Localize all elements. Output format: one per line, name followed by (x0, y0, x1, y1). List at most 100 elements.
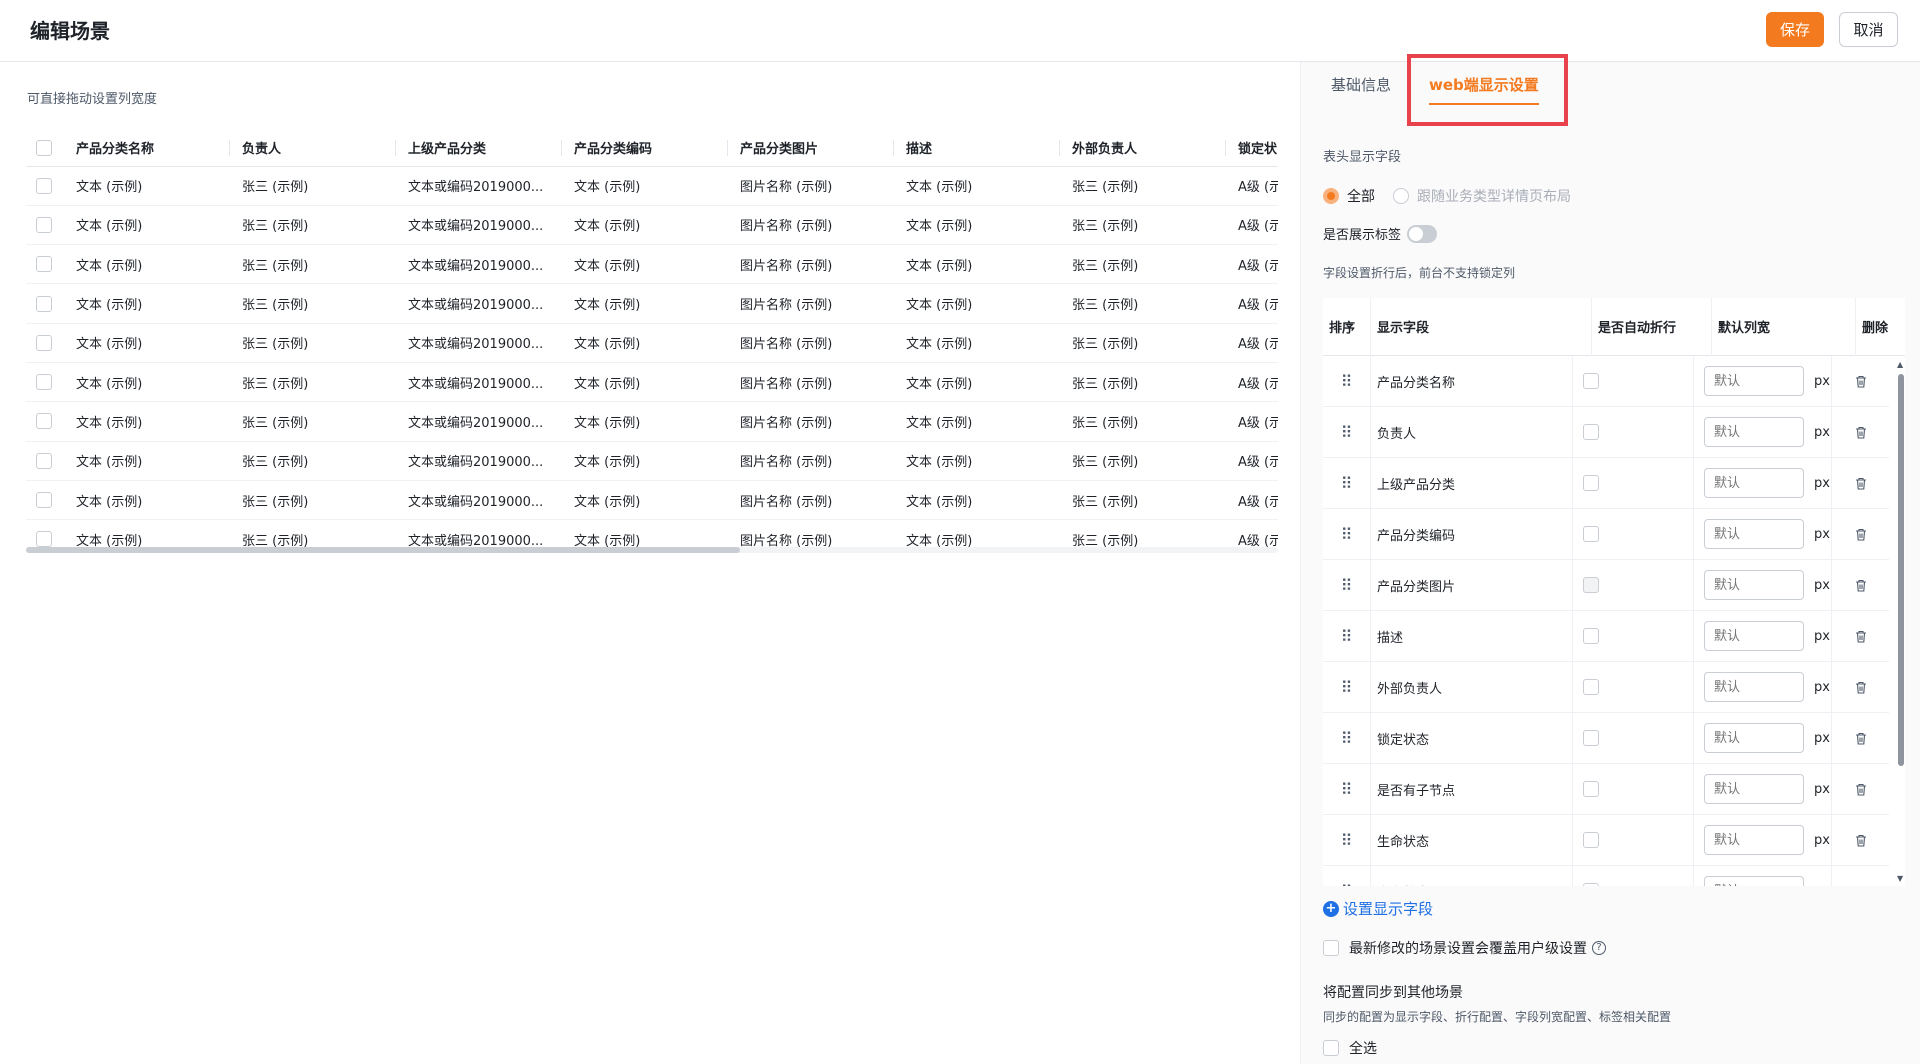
row-checkbox-cell[interactable] (26, 323, 64, 363)
show-tag-toggle[interactable] (1407, 224, 1438, 243)
row-checkbox-cell[interactable] (26, 205, 64, 246)
column-header[interactable]: 外部负责人 (1060, 130, 1226, 167)
row-checkbox[interactable] (36, 413, 52, 430)
drag-handle-icon[interactable]: ⠿ (1323, 457, 1371, 509)
column-width-input[interactable] (1704, 570, 1804, 600)
row-checkbox[interactable] (36, 452, 52, 469)
drag-handle-icon[interactable]: ⠿ (1323, 661, 1371, 713)
column-header[interactable]: 锁定状 (1226, 130, 1278, 167)
save-button[interactable]: 保存 (1766, 12, 1824, 47)
help-icon[interactable]: ? (1592, 941, 1606, 955)
trash-icon[interactable] (1832, 713, 1889, 764)
auto-wrap-checkbox[interactable] (1583, 526, 1599, 542)
drag-handle-icon[interactable]: ⠿ (1323, 712, 1371, 764)
scroll-up-icon[interactable]: ▲ (1897, 360, 1903, 369)
add-display-field-link[interactable]: + 设置显示字段 (1323, 898, 1433, 919)
row-checkbox-cell[interactable] (26, 283, 64, 324)
row-checkbox-cell[interactable] (26, 519, 64, 550)
auto-wrap-checkbox[interactable] (1583, 883, 1599, 886)
table-row[interactable]: 文本 (示例) 张三 (示例) 文本或编码2019000... 文本 (示例) 图片名称… (26, 323, 1278, 363)
row-checkbox-cell[interactable] (26, 480, 64, 521)
column-header[interactable]: 产品分类图片 (728, 130, 894, 167)
column-width-input[interactable] (1704, 825, 1804, 855)
drag-handle-icon[interactable]: ⠿ (1323, 763, 1371, 815)
drag-handle-icon[interactable]: ⠿ (1323, 508, 1371, 560)
table-row[interactable]: 文本 (示例) 张三 (示例) 文本或编码2019000... 文本 (示例) 图片名称… (26, 283, 1278, 324)
row-checkbox-cell[interactable] (26, 244, 64, 285)
drag-handle-icon[interactable]: ⠿ (1323, 865, 1371, 886)
column-width-input[interactable] (1704, 672, 1804, 702)
drag-handle-icon[interactable]: ⠿ (1323, 355, 1371, 407)
trash-icon[interactable] (1832, 509, 1889, 560)
auto-wrap-checkbox[interactable] (1583, 475, 1599, 491)
radio-follow-layout[interactable] (1393, 188, 1409, 204)
column-header[interactable]: 产品分类编码 (562, 130, 728, 167)
override-option[interactable]: 最新修改的场景设置会覆盖用户级设置 ? (1323, 938, 1606, 958)
select-all-checkbox-cell[interactable] (26, 130, 64, 167)
field-table-scrollbar[interactable]: ▲ ▼ (1897, 356, 1905, 886)
row-checkbox[interactable] (36, 216, 52, 233)
column-width-input[interactable] (1704, 417, 1804, 447)
row-checkbox[interactable] (36, 295, 52, 312)
table-row[interactable]: 文本 (示例) 张三 (示例) 文本或编码2019000... 文本 (示例) 图片名称… (26, 244, 1278, 285)
auto-wrap-checkbox[interactable] (1583, 730, 1599, 746)
radio-all-label[interactable]: 全部 (1347, 186, 1375, 206)
row-checkbox[interactable] (36, 334, 52, 351)
table-row[interactable]: 文本 (示例) 张三 (示例) 文本或编码2019000... 文本 (示例) 图片名称… (26, 519, 1278, 550)
drag-handle-icon[interactable]: ⠿ (1323, 406, 1371, 458)
add-display-field-label[interactable]: 设置显示字段 (1343, 898, 1433, 919)
auto-wrap-checkbox[interactable] (1583, 679, 1599, 695)
row-checkbox[interactable] (36, 177, 52, 194)
column-header[interactable]: 产品分类名称 (64, 130, 230, 167)
auto-wrap-checkbox[interactable] (1583, 577, 1599, 593)
field-table-scrollbar-thumb[interactable] (1898, 374, 1904, 766)
horizontal-scrollbar[interactable] (26, 547, 1278, 553)
table-row[interactable]: 文本 (示例) 张三 (示例) 文本或编码2019000... 文本 (示例) 图片名称… (26, 480, 1278, 521)
row-checkbox[interactable] (36, 256, 52, 273)
trash-icon[interactable] (1832, 662, 1889, 713)
trash-icon[interactable] (1832, 407, 1889, 458)
row-checkbox-cell[interactable] (26, 441, 64, 481)
auto-wrap-checkbox[interactable] (1583, 373, 1599, 389)
column-header[interactable]: 负责人 (230, 130, 396, 167)
select-all-scenes-checkbox[interactable] (1323, 1040, 1339, 1056)
scroll-down-icon[interactable]: ▼ (1897, 874, 1903, 883)
column-width-input[interactable] (1704, 774, 1804, 804)
auto-wrap-checkbox[interactable] (1583, 832, 1599, 848)
override-checkbox[interactable] (1323, 940, 1339, 956)
select-all-scenes-option[interactable]: 全选 (1323, 1038, 1377, 1058)
drag-handle-icon[interactable]: ⠿ (1323, 610, 1371, 662)
column-width-input[interactable] (1704, 366, 1804, 396)
trash-icon[interactable] (1832, 560, 1889, 611)
horizontal-scrollbar-thumb[interactable] (26, 547, 740, 553)
column-width-input[interactable] (1704, 519, 1804, 549)
row-checkbox-cell[interactable] (26, 401, 64, 442)
column-width-input[interactable] (1704, 621, 1804, 651)
trash-icon[interactable] (1832, 458, 1889, 509)
table-row[interactable]: 文本 (示例) 张三 (示例) 文本或编码2019000... 文本 (示例) 图片名称… (26, 362, 1278, 403)
radio-all[interactable] (1323, 188, 1339, 204)
trash-icon[interactable] (1832, 815, 1889, 866)
row-checkbox[interactable] (36, 374, 52, 391)
table-row[interactable]: 文本 (示例) 张三 (示例) 文本或编码2019000... 文本 (示例) 图片名称… (26, 205, 1278, 246)
auto-wrap-checkbox[interactable] (1583, 628, 1599, 644)
column-width-input[interactable] (1704, 468, 1804, 498)
drag-handle-icon[interactable]: ⠿ (1323, 559, 1371, 611)
table-row[interactable]: 文本 (示例) 张三 (示例) 文本或编码2019000... 文本 (示例) 图片名称… (26, 401, 1278, 442)
table-row[interactable]: 文本 (示例) 张三 (示例) 文本或编码2019000... 文本 (示例) 图片名称… (26, 441, 1278, 481)
table-row[interactable]: 文本 (示例) 张三 (示例) 文本或编码2019000... 文本 (示例) 图片名称… (26, 166, 1278, 206)
column-header[interactable]: 上级产品分类 (396, 130, 562, 167)
cancel-button[interactable]: 取消 (1839, 12, 1898, 47)
row-checkbox[interactable] (36, 531, 52, 548)
row-checkbox[interactable] (36, 492, 52, 509)
auto-wrap-checkbox[interactable] (1583, 781, 1599, 797)
column-header[interactable]: 描述 (894, 130, 1060, 167)
row-checkbox-cell[interactable] (26, 166, 64, 206)
column-width-input[interactable] (1704, 876, 1804, 886)
radio-follow-layout-label[interactable]: 跟随业务类型详情页布局 (1417, 186, 1571, 206)
column-width-input[interactable] (1704, 723, 1804, 753)
row-checkbox-cell[interactable] (26, 362, 64, 403)
auto-wrap-checkbox[interactable] (1583, 424, 1599, 440)
trash-icon[interactable] (1832, 764, 1889, 815)
tab-basic-info[interactable]: 基础信息 (1331, 74, 1391, 95)
